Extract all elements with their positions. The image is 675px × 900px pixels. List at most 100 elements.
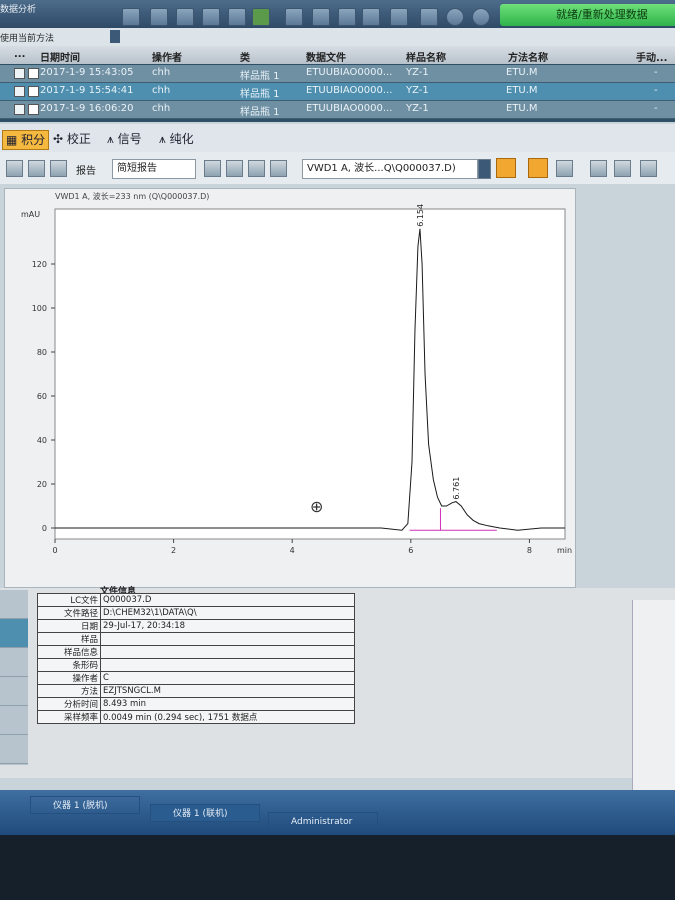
cell-manual: -: [654, 103, 658, 114]
nav-item[interactable]: [0, 706, 28, 735]
signal-select[interactable]: VWD1 A, 波长...Q\Q000037.D): [302, 159, 478, 179]
row-checkbox[interactable]: [28, 86, 39, 97]
cell-operator: chh: [152, 103, 171, 114]
signal-toolbar: 报告 简短报告 VWD1 A, 波长...Q\Q000037.D): [0, 152, 675, 184]
cell-operator: chh: [152, 85, 171, 96]
cell-method: ETU.M: [506, 85, 538, 96]
sequence-table: ... 日期时间 操作者 类 数据文件 样品名称 方法名称 手动... 2017…: [0, 46, 675, 122]
cell-datetime: 2017-1-9 16:06:20: [40, 103, 134, 114]
cell-manual: -: [654, 85, 658, 96]
forward-icon[interactable]: [420, 8, 438, 26]
prev-run-icon[interactable]: [150, 8, 168, 26]
next-icon[interactable]: [202, 8, 220, 26]
column-header[interactable]: 样品名称: [406, 49, 446, 64]
cell-type: 样品瓶 1: [240, 107, 280, 118]
nav-item[interactable]: [0, 590, 28, 619]
column-header[interactable]: ...: [14, 49, 25, 60]
table-row[interactable]: 2017-1-9 15:43:05 chh 样品瓶 1 ETUUBIAO0000…: [0, 65, 675, 83]
nav-item[interactable]: [0, 735, 28, 764]
column-header[interactable]: 操作者: [152, 49, 182, 64]
row-checkbox[interactable]: [28, 104, 39, 115]
peak-label: 6.761: [452, 477, 461, 500]
info-key: 样品: [37, 632, 101, 646]
zoom-out-icon[interactable]: [556, 160, 573, 177]
page-icon[interactable]: [226, 160, 243, 177]
tab-integration[interactable]: ▦ 积分: [2, 130, 50, 150]
table-row: 方法 EZJTSNGCL.M: [37, 684, 355, 698]
lock-icon[interactable]: [270, 160, 287, 177]
column-header[interactable]: 手动...: [636, 49, 667, 64]
table-icon[interactable]: [50, 160, 67, 177]
analysis-tabs: ▦ 积分 ✣ 校正 ⩚ 信号 ⩚ 纯化: [0, 124, 675, 152]
peak-label: 6.154: [416, 204, 425, 227]
info-key: 分析时间: [37, 697, 101, 711]
nav-item[interactable]: [0, 648, 28, 677]
expand-icon[interactable]: [14, 104, 25, 115]
info-key: 文件路径: [37, 606, 101, 620]
pointer-icon[interactable]: [590, 160, 607, 177]
zoom-in-icon[interactable]: [528, 158, 548, 178]
column-header[interactable]: 日期时间: [40, 49, 80, 64]
file-info-table: LC文件 Q000037.D 文件路径 D:\CHEM32\1\DATA\Q\ 日期…: [37, 593, 355, 724]
events-icon[interactable]: [28, 160, 45, 177]
chromatogram-chart[interactable]: 0 20 40 60 80 100 120 0 2 4 6 8 mAU min 6.154 6.761: [5, 199, 575, 569]
taskbar-item-administrator[interactable]: Administrator: [268, 812, 378, 830]
expand-icon[interactable]: [14, 86, 25, 97]
first-run-icon[interactable]: [122, 8, 140, 26]
method-dropdown-icon[interactable]: [110, 30, 120, 43]
table-row: 文件路径 D:\CHEM32\1\DATA\Q\: [37, 606, 355, 620]
integration-icon: ▦: [6, 133, 22, 147]
column-header[interactable]: 类: [240, 49, 250, 64]
taskbar-item-instrument-online[interactable]: 仪器 1 (脱机): [30, 796, 140, 814]
tab-purify[interactable]: ⩚ 纯化: [156, 130, 197, 148]
table-row: LC文件 Q000037.D: [37, 593, 355, 607]
split-peak-icon[interactable]: [640, 160, 657, 177]
draw-icon[interactable]: [496, 158, 516, 178]
column-header[interactable]: 方法名称: [508, 49, 548, 64]
cell-operator: chh: [152, 67, 171, 78]
table-row[interactable]: 2017-1-9 16:06:20 chh 样品瓶 1 ETUUBIAO0000…: [0, 101, 675, 119]
printer-icon[interactable]: [248, 160, 265, 177]
signal-dropdown-icon[interactable]: [478, 159, 491, 179]
app-title: 数据分析: [0, 5, 37, 15]
x-axis-label: min: [557, 546, 572, 555]
report-label: 报告: [76, 166, 96, 177]
preview-icon[interactable]: [204, 160, 221, 177]
prev-icon[interactable]: [176, 8, 194, 26]
stop-icon[interactable]: [446, 8, 464, 26]
column-header[interactable]: 数据文件: [306, 49, 346, 64]
baseline-icon[interactable]: [614, 160, 631, 177]
tab-label: 积分: [21, 133, 46, 147]
x-tick-label: 6: [408, 546, 413, 555]
y-tick-label: 0: [42, 524, 47, 533]
nav-item[interactable]: [0, 677, 28, 706]
y-tick-label: 120: [32, 260, 47, 269]
cell-sample: YZ-1: [406, 67, 429, 78]
table-row: 分析时间 8.493 min: [37, 697, 355, 711]
expand-icon[interactable]: [14, 68, 25, 79]
taskbar-item-instrument-offline[interactable]: 仪器 1 (联机): [150, 804, 260, 822]
save-icon[interactable]: [338, 8, 356, 26]
load-icon[interactable]: [285, 8, 303, 26]
table-row: 日期 29-Jul-17, 20:34:18: [37, 619, 355, 633]
report-type-select[interactable]: 简短报告: [112, 159, 196, 179]
pause-circle-icon[interactable]: [472, 8, 490, 26]
tab-label: 信号: [117, 132, 142, 146]
pause-icon[interactable]: [252, 8, 270, 26]
last-icon[interactable]: [228, 8, 246, 26]
export-icon[interactable]: [390, 8, 408, 26]
y-tick-label: 80: [37, 348, 47, 357]
row-checkbox[interactable]: [28, 68, 39, 79]
tab-signal[interactable]: ⩚ 信号: [104, 130, 145, 148]
print-icon[interactable]: [362, 8, 380, 26]
calibration-icon: ✣: [53, 132, 67, 146]
grid-icon[interactable]: [312, 8, 330, 26]
tab-calibration[interactable]: ✣ 校正: [50, 130, 94, 148]
integrate-icon[interactable]: [6, 160, 23, 177]
cell-type: 样品瓶 1: [240, 89, 280, 100]
info-value: EZJTSNGCL.M: [100, 684, 355, 698]
table-row[interactable]: 2017-1-9 15:54:41 chh 样品瓶 1 ETUUBIAO0000…: [0, 83, 675, 101]
nav-item[interactable]: [0, 619, 28, 648]
info-key: 日期: [37, 619, 101, 633]
cell-sample: YZ-1: [406, 103, 429, 114]
